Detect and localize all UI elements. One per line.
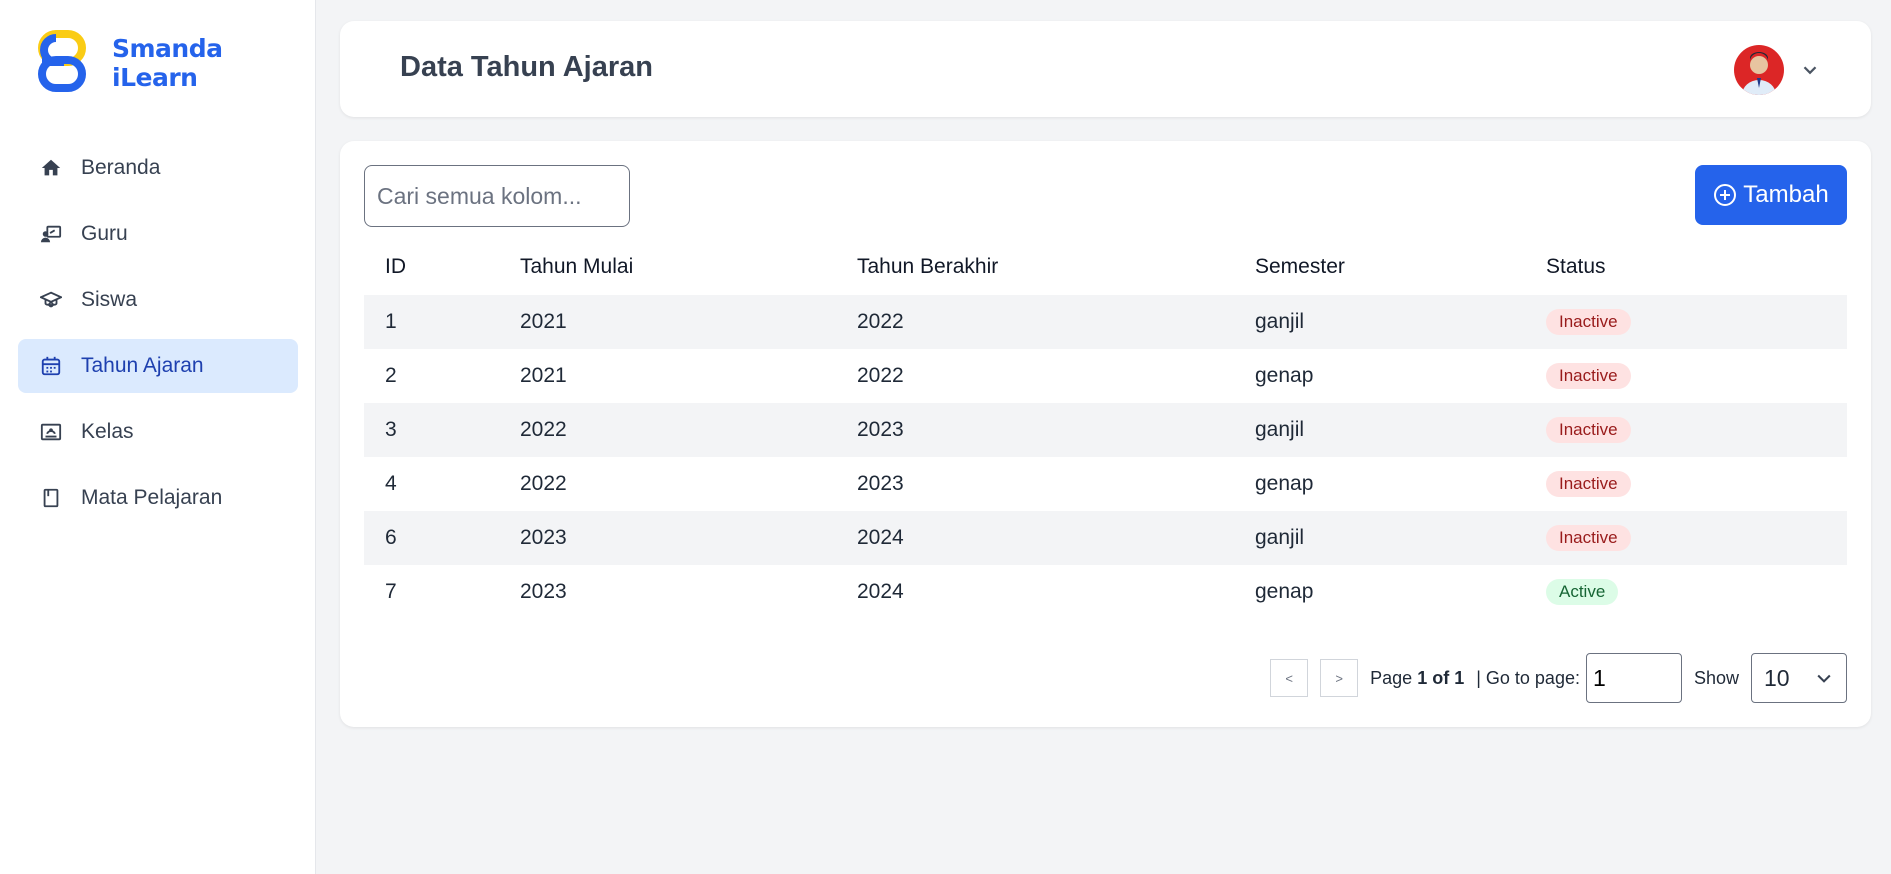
cell-id: 1 (364, 295, 499, 349)
table-row[interactable]: 1 2021 2022 ganjil Inactive (364, 295, 1847, 349)
cell-semester: genap (1255, 580, 1314, 603)
table-row[interactable]: 7 2023 2024 genap Active (364, 565, 1847, 619)
status-badge: Inactive (1546, 363, 1631, 389)
cell-status: Inactive (1525, 349, 1847, 403)
cell-status: Active (1525, 565, 1847, 619)
column-header-tahun-berakhir[interactable]: Tahun Berakhir (836, 239, 1234, 295)
column-header-id[interactable]: ID (364, 239, 499, 295)
goto-label: | Go to page: (1476, 667, 1580, 688)
plus-circle-icon (1714, 184, 1737, 206)
sidebar-item-tahun-ajaran[interactable]: Tahun Ajaran (18, 339, 298, 393)
sidebar-item-label: Mata Pelajaran (81, 486, 223, 509)
top-header: Data Tahun Ajaran (340, 21, 1871, 117)
status-badge: Active (1546, 579, 1619, 605)
avatar[interactable] (1734, 45, 1784, 95)
app-logo[interactable]: Smanda iLearn (38, 28, 223, 98)
cell-status: Inactive (1525, 403, 1847, 457)
cell-tahun-mulai: 2023 (520, 580, 567, 603)
cell-id: 4 (385, 472, 397, 495)
sidebar-item-label: Siswa (81, 288, 138, 311)
academic-year-table: ID Tahun Mulai Tahun Berakhir Semester S… (364, 239, 1847, 619)
add-button-label: Tambah (1743, 181, 1829, 208)
sidebar-nav: Beranda Guru Siswa Tahun Ajaran Kelas Ma… (18, 141, 298, 537)
cell-status: Inactive (1525, 295, 1847, 349)
page-indicator: Page 1 of 1 (1370, 668, 1464, 689)
pagination: < > Page 1 of 1 | Go to page: Show 10 (1270, 653, 1847, 703)
column-header-tahun-mulai[interactable]: Tahun Mulai (499, 239, 836, 295)
logo-icon (38, 30, 86, 92)
cell-id: 7 (385, 580, 397, 603)
cell-semester: genap (1255, 472, 1314, 495)
search-input[interactable] (364, 165, 630, 227)
cell-tahun-mulai: 2022 (520, 472, 567, 495)
page-info: 1 of 1 (1417, 667, 1465, 688)
prev-page-button[interactable]: < (1270, 659, 1309, 697)
chevron-down-icon[interactable] (1799, 59, 1821, 81)
status-badge: Inactive (1546, 525, 1631, 551)
cell-tahun-berakhir: 2024 (857, 580, 904, 603)
data-card: Tambah ID Tahun Mulai Tahun Berakhir Sem… (340, 141, 1871, 727)
sidebar-item-label: Guru (81, 222, 128, 245)
cell-tahun-mulai: 2023 (499, 511, 836, 565)
home-icon (40, 157, 62, 179)
status-badge: Inactive (1546, 471, 1631, 497)
cell-tahun-berakhir: 2022 (836, 295, 1234, 349)
column-header-status[interactable]: Status (1525, 239, 1847, 295)
classroom-icon (40, 421, 62, 443)
cell-tahun-mulai: 2021 (499, 295, 836, 349)
table-row[interactable]: 3 2022 2023 ganjil Inactive (364, 403, 1847, 457)
cell-id: 3 (364, 403, 499, 457)
add-button[interactable]: Tambah (1695, 165, 1847, 225)
logo-line-1: Smanda (112, 34, 223, 63)
sidebar-item-label: Tahun Ajaran (81, 354, 204, 377)
cell-id: 2 (385, 364, 397, 387)
sidebar-item-label: Beranda (81, 156, 161, 179)
graduation-cap-icon (40, 289, 62, 311)
teacher-icon (40, 223, 62, 245)
table-header-row: ID Tahun Mulai Tahun Berakhir Semester S… (364, 239, 1847, 295)
cell-tahun-berakhir: 2023 (857, 472, 904, 495)
table-row[interactable]: 6 2023 2024 ganjil Inactive (364, 511, 1847, 565)
cell-status: Inactive (1525, 457, 1847, 511)
sidebar-item-kelas[interactable]: Kelas (18, 405, 298, 459)
sidebar-item-siswa[interactable]: Siswa (18, 273, 298, 327)
cell-semester: genap (1255, 364, 1314, 387)
next-page-button[interactable]: > (1320, 659, 1359, 697)
chevron-down-icon (1817, 674, 1831, 683)
cell-status: Inactive (1525, 511, 1847, 565)
cell-tahun-berakhir: 2024 (836, 511, 1234, 565)
logo-text: Smanda iLearn (112, 34, 223, 92)
page-size-value: 10 (1764, 664, 1790, 691)
status-badge: Inactive (1546, 417, 1631, 443)
sidebar: Smanda iLearn Beranda Guru Siswa Tahun A… (0, 0, 316, 874)
cell-semester: ganjil (1234, 295, 1525, 349)
column-header-semester[interactable]: Semester (1234, 239, 1525, 295)
cell-tahun-berakhir: 2023 (836, 403, 1234, 457)
cell-tahun-berakhir: 2022 (857, 364, 904, 387)
page-size-select[interactable]: 10 (1751, 653, 1847, 703)
show-label: Show (1693, 667, 1739, 688)
sidebar-item-guru[interactable]: Guru (18, 207, 298, 261)
sidebar-item-label: Kelas (81, 420, 134, 443)
logo-line-2: iLearn (112, 63, 198, 92)
cell-tahun-mulai: 2021 (520, 364, 567, 387)
table-row[interactable]: 2 2021 2022 genap Inactive (364, 349, 1847, 403)
book-icon (40, 487, 62, 509)
page-prefix: Page (1370, 667, 1413, 688)
cell-semester: ganjil (1234, 511, 1525, 565)
cell-tahun-mulai: 2022 (499, 403, 836, 457)
sidebar-item-beranda[interactable]: Beranda (18, 141, 298, 195)
table-row[interactable]: 4 2022 2023 genap Inactive (364, 457, 1847, 511)
goto-page-input[interactable] (1585, 653, 1682, 703)
page-title: Data Tahun Ajaran (400, 51, 653, 83)
cell-id: 6 (364, 511, 499, 565)
status-badge: Inactive (1546, 309, 1631, 335)
calendar-icon (40, 355, 62, 377)
sidebar-item-mata-pelajaran[interactable]: Mata Pelajaran (18, 471, 298, 525)
cell-semester: ganjil (1234, 403, 1525, 457)
